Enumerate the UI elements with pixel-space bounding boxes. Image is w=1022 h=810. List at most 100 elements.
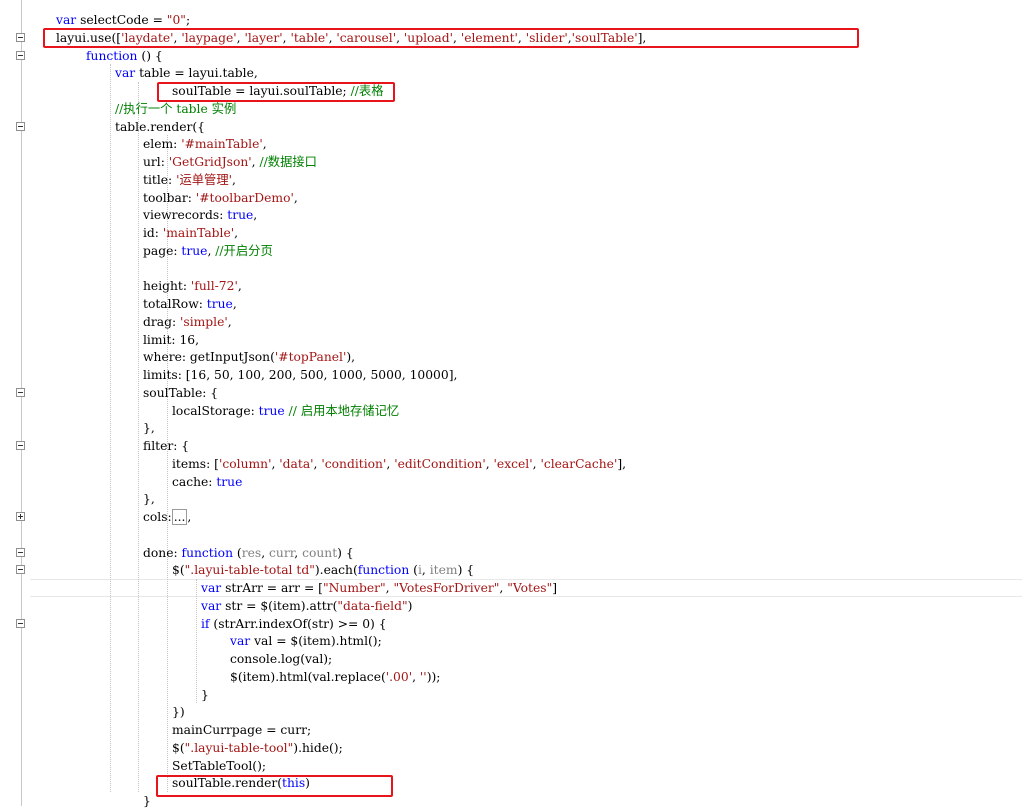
code-line[interactable]: items: ['column', 'data', 'condition', '…	[172, 455, 626, 473]
code-line[interactable]: id: 'mainTable',	[143, 224, 238, 242]
code-line[interactable]: viewrecords: true,	[143, 206, 257, 224]
code-token: ));	[426, 669, 441, 684]
code-line[interactable]: },	[143, 419, 155, 437]
code-token: limits: [16, 50, 100, 200, 500, 1000, 50…	[143, 368, 458, 382]
code-line[interactable]: $(item).html(val.replace('.00', ''));	[230, 668, 440, 686]
code-token: ).each(	[314, 563, 358, 578]
code-token: cache:	[172, 474, 217, 489]
code-token: true	[216, 474, 243, 489]
code-line[interactable]: cols:...,	[143, 508, 191, 526]
code-token: ''	[419, 669, 427, 684]
code-line[interactable]: localStorage: true // 启用本地存储记忆	[172, 402, 399, 420]
expand-icon[interactable]	[16, 512, 25, 521]
code-line[interactable]: totalRow: true,	[143, 295, 237, 313]
code-line[interactable]: function () {	[86, 47, 163, 65]
code-token: ,	[251, 155, 260, 169]
code-token: ],	[617, 456, 627, 471]
code-token: drag:	[143, 314, 181, 329]
collapsed-region-button[interactable]: ...	[171, 509, 188, 525]
code-token: ,	[232, 172, 236, 187]
code-line[interactable]: })	[172, 703, 185, 721]
code-token: ),	[346, 350, 356, 365]
code-line[interactable]: page: true, //开启分页	[143, 242, 273, 260]
code-line[interactable]: limits: [16, 50, 100, 200, 500, 1000, 50…	[143, 366, 457, 384]
code-token: curr	[269, 545, 295, 560]
code-token: res	[241, 545, 262, 560]
code-token: 'column'	[218, 456, 272, 471]
code-line[interactable]: done: function (res, curr, count) {	[143, 544, 354, 562]
code-line[interactable]: where: getInputJson('#topPanel'),	[143, 348, 355, 366]
code-token: }	[201, 687, 209, 702]
code-line[interactable]: soulTable: {	[143, 384, 218, 402]
code-line[interactable]: toolbar: '#toolbarDemo',	[143, 189, 298, 207]
code-token: 'GetGridJson'	[168, 155, 252, 169]
code-line[interactable]: mainCurrpage = curr;	[172, 721, 311, 739]
code-token: limit: 16,	[143, 332, 200, 347]
collapse-icon[interactable]	[16, 50, 25, 60]
code-line[interactable]: var table = layui.table,	[115, 64, 258, 82]
code-token: localStorage:	[172, 403, 259, 418]
code-token: url:	[143, 155, 169, 169]
collapse-icon[interactable]	[16, 547, 25, 557]
code-line[interactable]: cache: true	[172, 473, 242, 491]
code-token: $(item).html(val.replace(	[230, 669, 386, 684]
code-token: // 启用本地存储记忆	[288, 403, 400, 418]
collapse-icon[interactable]	[16, 121, 25, 131]
code-token: item	[429, 563, 458, 578]
collapse-icon[interactable]	[16, 618, 25, 628]
code-line[interactable]: height: 'full-72',	[143, 277, 242, 295]
code-editor[interactable]: var selectCode = "0"; layui.use(['laydate…	[0, 0, 1022, 808]
code-token: strArr = arr = [	[221, 581, 323, 595]
code-token: toolbar:	[143, 190, 196, 205]
code-line[interactable]: }	[201, 686, 209, 704]
indent-guide	[110, 64, 111, 792]
code-line[interactable]: var selectCode = "0";	[56, 11, 190, 29]
code-line[interactable]: limit: 16,	[143, 331, 199, 349]
code-token: height:	[143, 279, 191, 294]
code-token: "0"	[166, 13, 186, 27]
code-token: ,	[227, 314, 232, 329]
code-line[interactable]: var val = $(item).html();	[230, 632, 382, 650]
code-line[interactable]: console.log(val);	[230, 650, 332, 668]
code-token: function	[86, 48, 138, 63]
collapse-icon[interactable]	[16, 441, 25, 450]
code-line[interactable]: var str = $(item).attr("data-field")	[201, 597, 412, 615]
code-token: var	[230, 634, 251, 649]
collapse-icon[interactable]	[16, 565, 25, 575]
code-line[interactable]: table.render({	[115, 118, 205, 136]
code-token: "VotesForDriver"	[393, 581, 500, 595]
code-line[interactable]: filter: {	[143, 437, 189, 455]
code-token: var	[115, 66, 136, 81]
code-token: (strArr.indexOf(str) >= 0) {	[209, 616, 387, 631]
code-token: 'excel'	[493, 456, 533, 471]
code-line[interactable]: url: 'GetGridJson', //数据接口	[143, 153, 317, 171]
code-line[interactable]: if (strArr.indexOf(str) >= 0) {	[201, 615, 387, 633]
collapse-icon[interactable]	[16, 32, 25, 42]
code-line[interactable]: SetTableTool();	[172, 757, 266, 775]
code-token: str = $(item).attr(	[221, 598, 338, 613]
code-token: title:	[143, 172, 177, 187]
code-token: ,	[262, 137, 267, 152]
code-token: true	[206, 297, 233, 311]
code-token: filter: {	[143, 439, 190, 453]
code-token: 'data'	[279, 456, 314, 471]
code-token: var	[201, 581, 222, 595]
code-line[interactable]: //执行一个 table 实例	[115, 100, 236, 118]
code-token: soulTable: {	[143, 385, 219, 400]
code-token: totalRow:	[143, 297, 207, 311]
code-token: ,	[261, 545, 270, 560]
code-line[interactable]: var strArr = arr = ["Number", "VotesForD…	[201, 579, 557, 597]
code-line[interactable]: }	[143, 792, 151, 810]
code-token: table = layui.table,	[135, 66, 258, 81]
code-line[interactable]: drag: 'simple',	[143, 313, 232, 331]
code-line[interactable]: },	[143, 490, 155, 508]
code-line[interactable]: elem: '#mainTable',	[143, 135, 267, 153]
code-line[interactable]: $(".layui-table-total td").each(function…	[172, 561, 474, 579]
code-token: ) {	[337, 545, 354, 560]
collapse-icon[interactable]	[16, 387, 25, 397]
code-token: 'condition'	[321, 456, 387, 471]
code-token: })	[172, 705, 185, 720]
code-line[interactable]: title: '运单管理',	[143, 171, 236, 189]
code-token: true	[258, 403, 285, 418]
code-line[interactable]: $(".layui-table-tool").hide();	[172, 739, 343, 757]
